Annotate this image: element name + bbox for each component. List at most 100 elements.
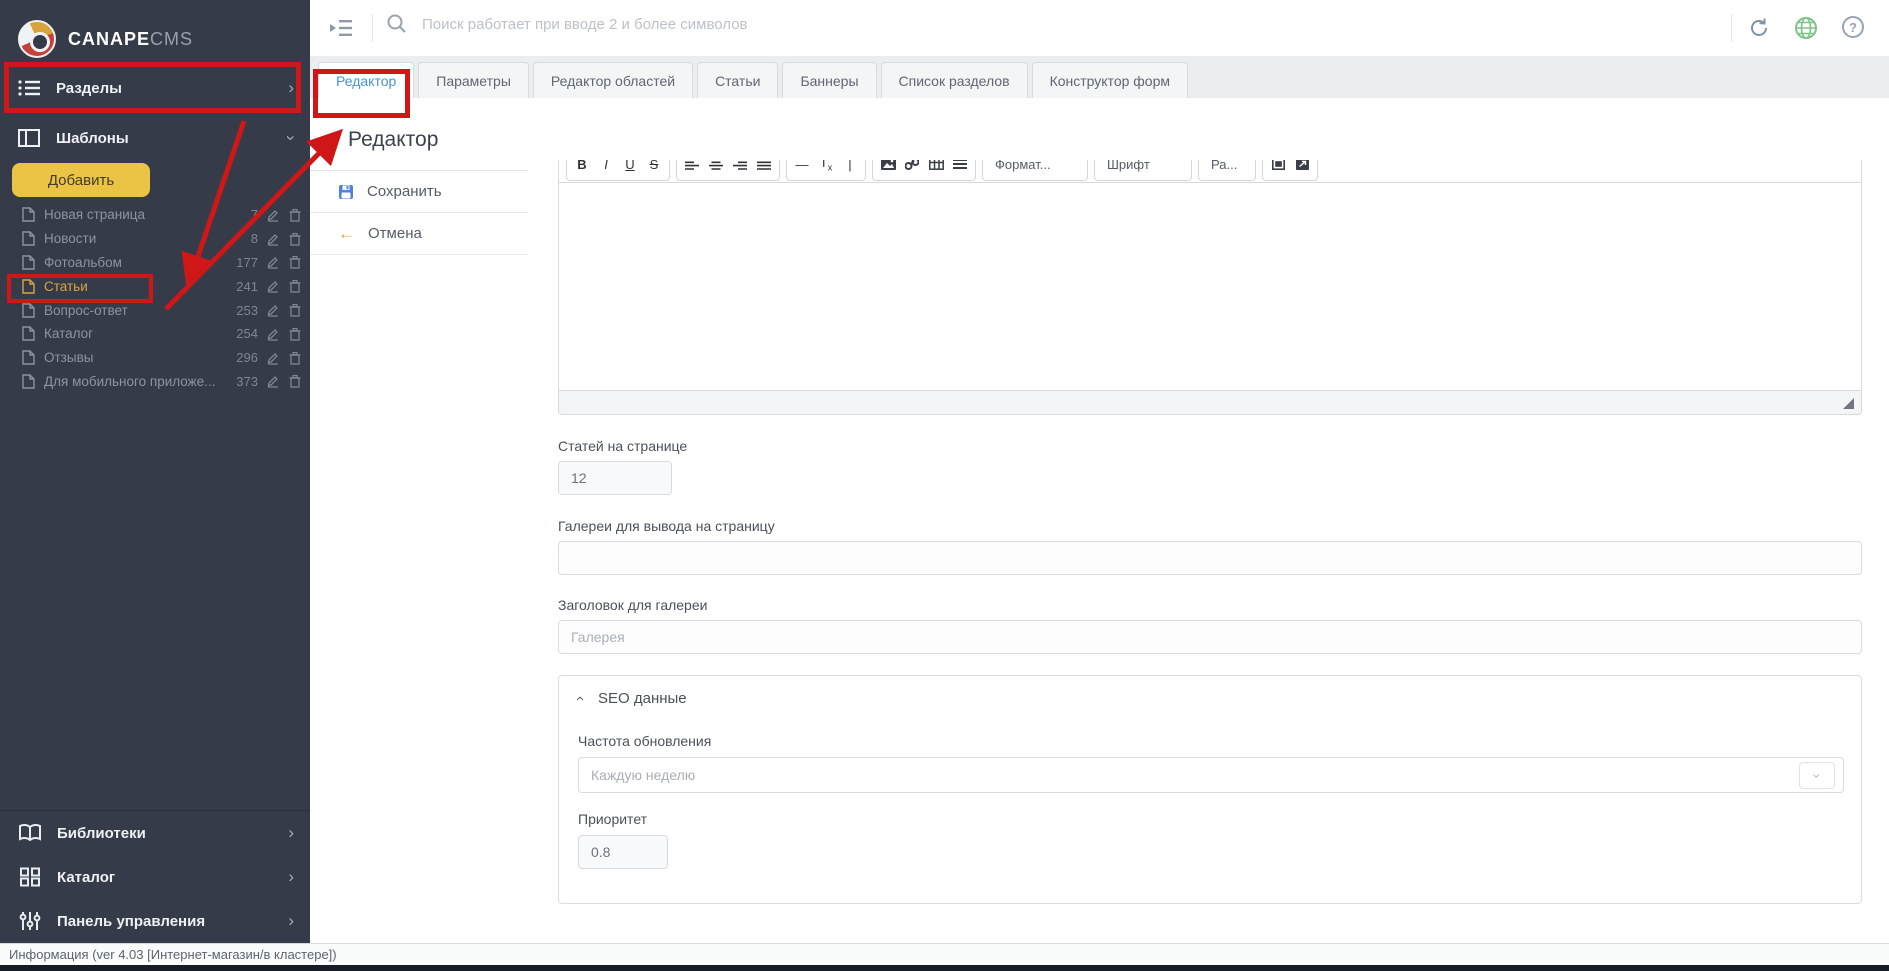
- gallery-title-input[interactable]: [558, 620, 1862, 654]
- cancel-label: Отмена: [368, 225, 422, 242]
- page-row-otzyvy[interactable]: Отзывы 296: [0, 346, 310, 370]
- hr-button[interactable]: —: [790, 160, 814, 179]
- blocks-button[interactable]: [948, 160, 972, 179]
- help-icon[interactable]: ?: [1842, 16, 1864, 38]
- articles-per-page-label: Статей на странице: [558, 438, 688, 454]
- tab-parametry[interactable]: Параметры: [418, 62, 529, 98]
- chevron-down-icon: ›: [1799, 762, 1835, 789]
- align-right-button[interactable]: [728, 160, 752, 179]
- tab-redaktor[interactable]: Редактор: [318, 62, 415, 98]
- edit-icon[interactable]: [266, 374, 280, 389]
- tab-konstruktor-form[interactable]: Конструктор форм: [1031, 62, 1188, 98]
- insert-image-button[interactable]: [876, 160, 900, 179]
- refresh-icon[interactable]: [1747, 16, 1771, 40]
- sidebar-toggle-icon[interactable]: [328, 17, 354, 39]
- update-frequency-select[interactable]: Каждую неделю ›: [578, 757, 1844, 793]
- edit-icon[interactable]: [266, 327, 280, 341]
- seo-section-title: SEO данные: [598, 690, 687, 707]
- chevron-right-icon: ›: [288, 78, 294, 97]
- globe-icon[interactable]: [1794, 16, 1818, 40]
- resize-handle-icon[interactable]: [1843, 398, 1854, 409]
- maximize-button[interactable]: [1266, 160, 1290, 179]
- page-count: 241: [236, 278, 258, 294]
- sidebar-item-panel-upravleniya[interactable]: Панель управления ›: [0, 899, 310, 943]
- delete-icon[interactable]: [288, 374, 302, 389]
- font-dropdown[interactable]: Шрифт: [1094, 160, 1192, 181]
- logo[interactable]: CANAPECMS: [0, 0, 310, 62]
- update-frequency-value: Каждую неделю: [591, 767, 696, 783]
- page-row-fotoalbom[interactable]: Фотоальбом 177: [0, 251, 310, 275]
- editor-toolbar: B I U S — Tx | Формат... Шрифт Ра...: [566, 160, 1861, 181]
- sidebar-item-biblioteki[interactable]: Библиотеки ›: [0, 811, 310, 855]
- sidebar-item-katalog[interactable]: Каталог ›: [0, 855, 310, 899]
- editor-footer: [559, 390, 1861, 414]
- pages-list: Новая страница 7 Новости 8 Фотоальбом 17…: [0, 203, 310, 393]
- insert-table-button[interactable]: [924, 160, 948, 179]
- tab-spisok-razdelov[interactable]: Список разделов: [880, 62, 1028, 98]
- cursor-button[interactable]: |: [838, 160, 862, 179]
- main-content: Редактор Сохранить ← Отмена B I U S — Tx…: [310, 98, 1889, 943]
- page-name: Статьи: [44, 278, 88, 294]
- tab-redaktor-oblastej[interactable]: Редактор областей: [532, 62, 694, 98]
- galleries-input[interactable]: [558, 541, 1862, 575]
- edit-icon[interactable]: [266, 351, 280, 365]
- sidebar-item-shablony[interactable]: Шаблоны ›: [0, 116, 310, 160]
- align-justify-button[interactable]: [752, 160, 776, 179]
- editor-content-area[interactable]: [559, 182, 1861, 390]
- edit-icon[interactable]: [266, 232, 280, 246]
- delete-icon[interactable]: [288, 255, 302, 270]
- sidebar-item-label: Панель управления: [57, 912, 206, 930]
- underline-button[interactable]: U: [618, 160, 642, 179]
- page-row-vopros-otvet[interactable]: Вопрос-ответ 253: [0, 298, 310, 322]
- edit-icon[interactable]: [266, 279, 280, 293]
- clear-format-button[interactable]: Tx: [814, 160, 838, 179]
- page-row-mobile-app[interactable]: Для мобильного приложе... 373: [0, 370, 310, 394]
- search-input[interactable]: [422, 15, 1222, 33]
- align-center-button[interactable]: [704, 160, 728, 179]
- toolbar-group-view: [1262, 160, 1318, 181]
- sidebar-item-label: Шаблоны: [56, 129, 129, 147]
- page-row-novosti[interactable]: Новости 8: [0, 227, 310, 251]
- tab-stati[interactable]: Статьи: [697, 62, 779, 98]
- edit-icon[interactable]: [266, 255, 280, 270]
- sidebar-item-razdely[interactable]: Разделы ›: [0, 66, 310, 110]
- sliders-icon: [19, 912, 41, 930]
- page-count: 177: [236, 254, 258, 270]
- page-name: Новости: [44, 231, 97, 247]
- align-left-button[interactable]: [680, 160, 704, 179]
- page-row-katalog[interactable]: Каталог 254: [0, 322, 310, 346]
- page-row-novaya-stranica[interactable]: Новая страница 7: [0, 203, 310, 227]
- delete-icon[interactable]: [288, 327, 302, 341]
- toolbar-group-format: B I U S: [566, 160, 670, 181]
- cancel-button[interactable]: ← Отмена: [310, 213, 528, 255]
- toolbar-group-align: [676, 160, 780, 181]
- file-icon: [22, 207, 35, 223]
- delete-icon[interactable]: [288, 351, 302, 365]
- page-row-stati[interactable]: Статьи 241: [0, 274, 310, 298]
- page-count: 296: [236, 350, 258, 366]
- add-button[interactable]: Добавить: [12, 163, 150, 197]
- seo-section-header[interactable]: › SEO данные: [571, 690, 687, 707]
- delete-icon[interactable]: [288, 303, 302, 317]
- edit-icon[interactable]: [266, 303, 280, 317]
- sidebar-item-label: Библиотеки: [57, 824, 146, 842]
- priority-input[interactable]: [578, 835, 668, 869]
- priority-label: Приоритет: [578, 811, 648, 827]
- strikethrough-button[interactable]: S: [642, 160, 666, 179]
- page-name: Отзывы: [44, 350, 94, 366]
- sidebar-item-label: Разделы: [56, 79, 122, 97]
- format-dropdown[interactable]: Формат...: [982, 160, 1088, 181]
- insert-link-button[interactable]: [900, 160, 924, 179]
- italic-button[interactable]: I: [594, 160, 618, 179]
- source-button[interactable]: [1290, 160, 1314, 179]
- delete-icon[interactable]: [288, 232, 302, 246]
- delete-icon[interactable]: [288, 208, 302, 222]
- delete-icon[interactable]: [288, 279, 302, 293]
- size-dropdown[interactable]: Ра...: [1198, 160, 1256, 181]
- bold-button[interactable]: B: [570, 160, 594, 179]
- canape-logo-icon: [18, 20, 56, 58]
- save-button[interactable]: Сохранить: [310, 171, 528, 213]
- articles-per-page-input[interactable]: [558, 461, 672, 495]
- edit-icon[interactable]: [266, 208, 280, 222]
- tab-bannery[interactable]: Баннеры: [782, 62, 877, 98]
